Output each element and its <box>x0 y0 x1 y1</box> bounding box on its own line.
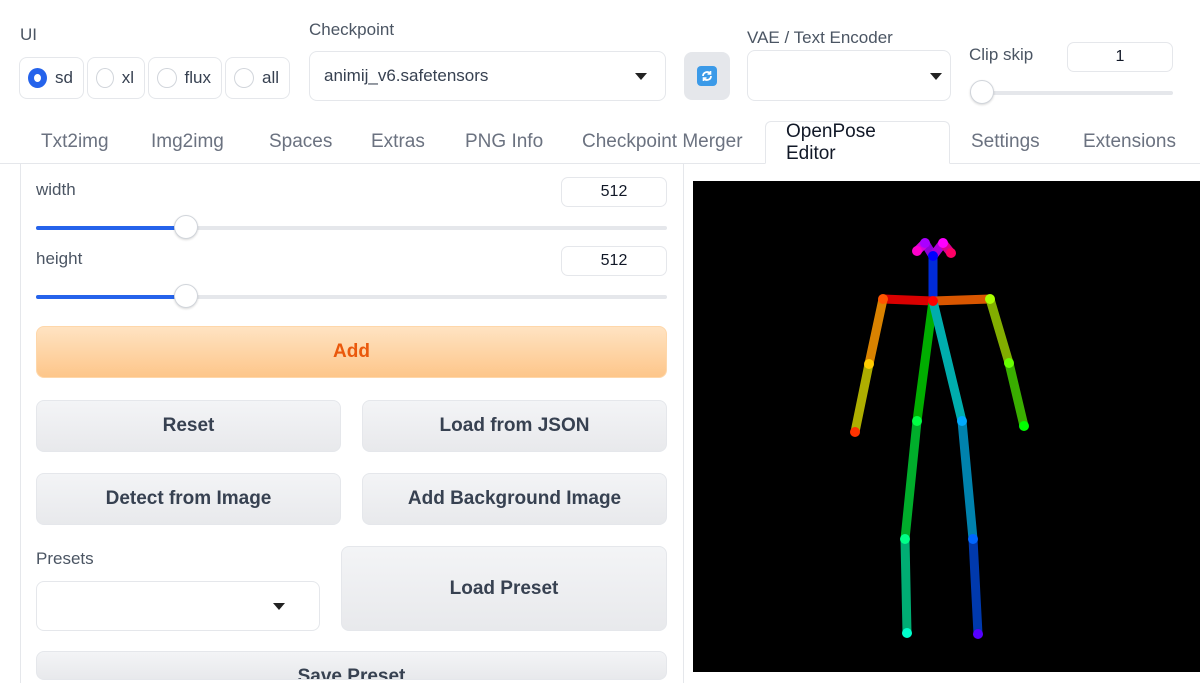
checkpoint-label: Checkpoint <box>309 20 395 39</box>
tab-png-info[interactable]: PNG Info <box>465 121 543 163</box>
height-slider[interactable] <box>36 284 667 308</box>
height-label: height <box>36 249 83 268</box>
add-background-image-button[interactable]: Add Background Image <box>362 473 667 525</box>
load-preset-button[interactable]: Load Preset <box>341 546 667 631</box>
checkpoint-value: animij_v6.safetensors <box>324 66 489 85</box>
presets-dropdown[interactable] <box>36 581 320 631</box>
tab-spaces[interactable]: Spaces <box>269 121 332 163</box>
radio-dot-icon <box>28 68 48 88</box>
height-input[interactable]: 512 <box>561 246 667 276</box>
radio-dot-icon <box>234 68 254 88</box>
tab-openpose-editor[interactable]: OpenPose Editor <box>765 121 950 164</box>
vae-dropdown[interactable] <box>747 50 951 101</box>
ui-radio-flux[interactable]: flux <box>148 57 222 99</box>
ui-radio-all[interactable]: all <box>225 57 290 99</box>
tab-extensions[interactable]: Extensions <box>1083 121 1176 163</box>
width-label: width <box>36 180 76 199</box>
add-button[interactable]: Add <box>36 326 667 378</box>
radio-dot-icon <box>96 68 114 88</box>
detect-from-image-button[interactable]: Detect from Image <box>36 473 341 525</box>
clip-skip-input[interactable]: 1 <box>1067 42 1173 72</box>
ui-radio-group: sd xl flux all <box>19 57 290 99</box>
chevron-down-icon <box>273 603 285 610</box>
tab-settings[interactable]: Settings <box>971 121 1040 163</box>
chevron-down-icon <box>930 72 942 80</box>
tab-txt2img[interactable]: Txt2img <box>41 121 109 163</box>
vae-label: VAE / Text Encoder <box>747 28 893 47</box>
save-preset-button[interactable]: Save Preset <box>36 651 667 680</box>
refresh-checkpoint-button[interactable] <box>684 52 730 100</box>
slider-thumb-handle[interactable] <box>174 215 199 239</box>
pose-skeleton <box>850 238 1029 639</box>
ui-label: UI <box>20 25 37 44</box>
refresh-icon <box>697 66 717 86</box>
checkpoint-dropdown[interactable]: animij_v6.safetensors <box>309 51 666 101</box>
width-slider[interactable] <box>36 215 667 239</box>
reset-button[interactable]: Reset <box>36 400 341 452</box>
clip-skip-slider[interactable] <box>970 80 1173 104</box>
ui-radio-sd[interactable]: sd <box>19 57 84 99</box>
radio-dot-icon <box>157 68 177 88</box>
width-input[interactable]: 512 <box>561 177 667 207</box>
clip-skip-label: Clip skip <box>969 45 1034 64</box>
chevron-down-icon <box>635 73 647 80</box>
load-from-json-button[interactable]: Load from JSON <box>362 400 667 452</box>
tab-extras[interactable]: Extras <box>371 121 425 163</box>
slider-thumb-handle[interactable] <box>970 80 994 104</box>
ui-radio-xl[interactable]: xl <box>87 57 145 99</box>
main-tabs: Txt2img Img2img Spaces Extras PNG Info C… <box>0 121 1200 164</box>
tab-checkpoint-merger[interactable]: Checkpoint Merger <box>582 121 743 163</box>
tab-img2img[interactable]: Img2img <box>151 121 224 163</box>
presets-label: Presets <box>36 549 94 568</box>
slider-thumb-handle[interactable] <box>174 284 199 308</box>
openpose-canvas[interactable] <box>693 181 1200 672</box>
